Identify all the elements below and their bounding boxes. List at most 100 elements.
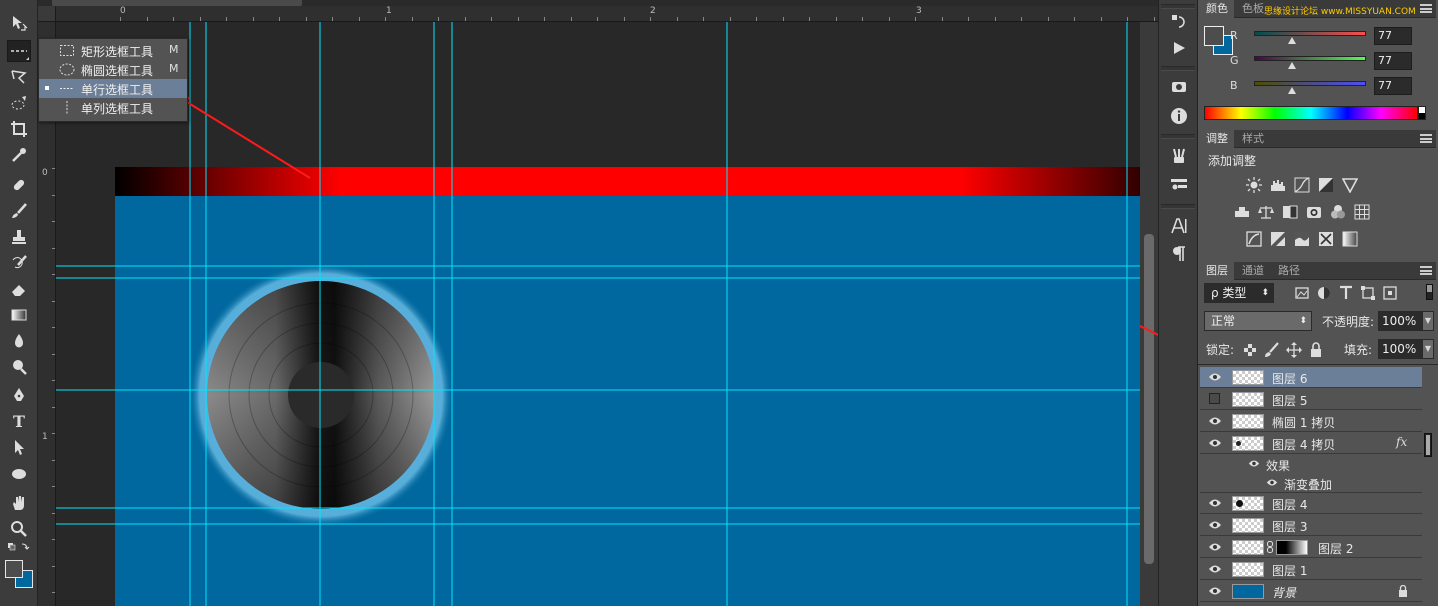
eye-icon[interactable] bbox=[1208, 542, 1222, 552]
color-spectrum-bar[interactable] bbox=[1204, 106, 1418, 120]
color-balance-icon[interactable] bbox=[1258, 204, 1274, 220]
tab-color[interactable]: 颜色 bbox=[1200, 0, 1234, 18]
filter-shape-icon[interactable] bbox=[1360, 285, 1376, 301]
flyout-item-single-row-marquee[interactable]: 单行选框工具 bbox=[39, 79, 187, 98]
spectrum-black-white[interactable] bbox=[1418, 106, 1426, 120]
red-value-field[interactable]: 77 bbox=[1374, 27, 1412, 45]
lock-position-icon[interactable] bbox=[1286, 342, 1302, 358]
history-brush-tool-icon[interactable] bbox=[7, 252, 31, 274]
scrollbar-thumb[interactable] bbox=[1144, 234, 1154, 564]
layer-row[interactable]: 背景 bbox=[1200, 581, 1422, 602]
invert-icon[interactable] bbox=[1246, 231, 1262, 247]
fg-color-chip[interactable] bbox=[1204, 26, 1224, 46]
blue-slider-knob[interactable] bbox=[1288, 87, 1296, 94]
flyout-item-single-column-marquee[interactable]: 单列选框工具 bbox=[39, 98, 187, 117]
lock-transparent-icon[interactable] bbox=[1242, 342, 1258, 358]
filter-type-icon[interactable] bbox=[1338, 285, 1354, 301]
layer-row[interactable]: 图层 4 拷贝 fx bbox=[1200, 433, 1422, 454]
posterize-icon[interactable] bbox=[1270, 231, 1286, 247]
ellipse-tool-icon[interactable] bbox=[7, 463, 31, 485]
fill-dropdown-button[interactable]: ▼ bbox=[1422, 339, 1434, 359]
green-value-field[interactable]: 77 bbox=[1374, 52, 1412, 70]
panel-menu-icon[interactable] bbox=[1420, 266, 1432, 275]
red-slider-track[interactable] bbox=[1254, 31, 1366, 36]
move-tool-icon[interactable] bbox=[7, 12, 31, 34]
actions-play-icon[interactable] bbox=[1169, 38, 1189, 58]
horizontal-ruler[interactable]: 0 1 2 3 bbox=[38, 6, 1158, 22]
dodge-tool-icon[interactable] bbox=[7, 356, 31, 378]
visibility-toggle-off[interactable] bbox=[1209, 393, 1220, 404]
filter-adjustment-icon[interactable] bbox=[1316, 285, 1332, 301]
healing-brush-tool-icon[interactable] bbox=[7, 174, 31, 196]
green-slider-knob[interactable] bbox=[1288, 62, 1296, 69]
eyedropper-tool-icon[interactable] bbox=[7, 144, 31, 166]
eye-icon[interactable] bbox=[1208, 498, 1222, 508]
single-row-marquee-tool-icon[interactable] bbox=[7, 40, 31, 62]
layer-row[interactable]: 图层 6 bbox=[1200, 367, 1422, 388]
eye-icon[interactable] bbox=[1208, 372, 1222, 382]
blend-mode-select[interactable]: 正常 ⬍ bbox=[1204, 311, 1312, 331]
eye-icon[interactable] bbox=[1208, 520, 1222, 530]
color-lookup-icon[interactable] bbox=[1354, 204, 1370, 220]
opacity-dropdown-button[interactable]: ▼ bbox=[1422, 311, 1434, 331]
blue-slider-track[interactable] bbox=[1254, 81, 1366, 86]
photo-filter-icon[interactable] bbox=[1306, 204, 1322, 220]
swap-colors-icon[interactable] bbox=[7, 540, 31, 554]
effect-gradient-overlay-row[interactable]: 渐变叠加 bbox=[1200, 474, 1422, 493]
flyout-item-elliptical-marquee[interactable]: 椭圆选框工具 M bbox=[39, 60, 187, 79]
flyout-item-rectangular-marquee[interactable]: 矩形选框工具 M bbox=[39, 41, 187, 60]
tool-presets-icon[interactable] bbox=[1169, 174, 1189, 194]
tab-adjustments[interactable]: 调整 bbox=[1200, 130, 1234, 148]
lock-all-icon[interactable] bbox=[1308, 342, 1324, 358]
layer-mask-thumbnail[interactable] bbox=[1276, 540, 1308, 555]
layer-row[interactable]: 图层 4 bbox=[1200, 493, 1422, 514]
brush-presets-icon[interactable] bbox=[1169, 146, 1189, 166]
filter-pixel-icon[interactable] bbox=[1294, 285, 1310, 301]
blue-value-field[interactable]: 77 bbox=[1374, 77, 1412, 95]
curves-icon[interactable] bbox=[1294, 177, 1310, 193]
vertical-scrollbar[interactable] bbox=[1140, 22, 1158, 606]
black-white-icon[interactable] bbox=[1282, 204, 1298, 220]
foreground-color-swatch[interactable] bbox=[5, 560, 23, 578]
gradient-map-icon[interactable] bbox=[1342, 231, 1358, 247]
eraser-tool-icon[interactable] bbox=[7, 278, 31, 300]
layer-row[interactable]: 图层 5 bbox=[1200, 389, 1422, 410]
hue-saturation-icon[interactable] bbox=[1234, 204, 1250, 220]
pen-tool-icon[interactable] bbox=[7, 384, 31, 406]
layer-filter-select[interactable]: ρ 类型 ⬍ bbox=[1204, 283, 1274, 303]
hand-tool-icon[interactable] bbox=[7, 492, 31, 514]
gradient-tool-icon[interactable] bbox=[7, 304, 31, 326]
path-selection-tool-icon[interactable] bbox=[7, 436, 31, 458]
slider-blue[interactable]: B 77 bbox=[1230, 77, 1434, 99]
exposure-icon[interactable] bbox=[1318, 177, 1334, 193]
filter-toggle-switch[interactable] bbox=[1426, 284, 1433, 300]
fx-badge[interactable]: fx bbox=[1396, 435, 1407, 449]
filter-smart-object-icon[interactable] bbox=[1382, 285, 1398, 301]
eye-icon[interactable] bbox=[1208, 586, 1222, 596]
dock-grip[interactable] bbox=[1161, 4, 1195, 9]
eye-icon[interactable] bbox=[1208, 438, 1222, 448]
opacity-field[interactable]: 100% bbox=[1378, 311, 1422, 331]
tab-channels[interactable]: 通道 bbox=[1236, 262, 1270, 280]
layer-row[interactable]: 图层 3 bbox=[1200, 515, 1422, 536]
layer-row[interactable]: 图层 2 bbox=[1200, 537, 1422, 558]
color-swatches[interactable] bbox=[5, 560, 35, 590]
levels-icon[interactable] bbox=[1270, 177, 1286, 193]
chain-link-icon[interactable] bbox=[1267, 541, 1273, 553]
polygonal-lasso-tool-icon[interactable] bbox=[7, 66, 31, 88]
panel-menu-icon[interactable] bbox=[1420, 4, 1432, 13]
fill-field[interactable]: 100% bbox=[1378, 339, 1422, 359]
brightness-icon[interactable] bbox=[1246, 177, 1262, 193]
layer-row[interactable]: 图层 1 bbox=[1200, 559, 1422, 580]
eye-icon[interactable] bbox=[1248, 459, 1260, 468]
paragraph-panel-icon[interactable] bbox=[1169, 244, 1189, 264]
slider-green[interactable]: G 77 bbox=[1230, 52, 1434, 74]
crop-tool-icon[interactable] bbox=[7, 118, 31, 140]
history-panel-icon[interactable] bbox=[1169, 12, 1189, 32]
tab-paths[interactable]: 路径 bbox=[1272, 262, 1306, 280]
properties-panel-icon[interactable] bbox=[1169, 78, 1189, 98]
eye-icon[interactable] bbox=[1208, 564, 1222, 574]
channel-mixer-icon[interactable] bbox=[1330, 204, 1346, 220]
effects-row[interactable]: 效果 bbox=[1200, 455, 1422, 474]
info-panel-icon[interactable] bbox=[1169, 106, 1189, 126]
